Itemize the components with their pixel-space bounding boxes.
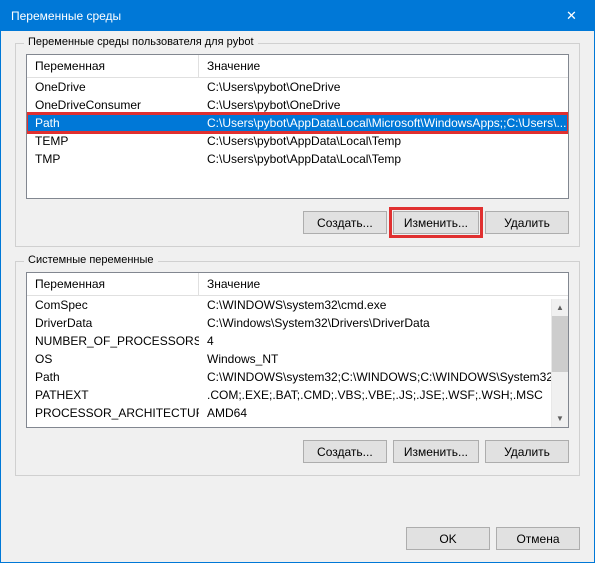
env-vars-dialog: Переменные среды ✕ Переменные среды поль… <box>0 0 595 563</box>
dialog-buttons: OK Отмена <box>1 521 594 562</box>
system-new-button[interactable]: Создать... <box>303 440 387 463</box>
table-row[interactable]: OneDriveConsumerC:\Users\pybot\OneDrive <box>27 96 568 114</box>
cell-name: DriverData <box>27 316 199 330</box>
scrollbar-down-icon[interactable]: ▼ <box>552 410 568 427</box>
cell-value: Windows_NT <box>199 352 568 366</box>
cell-value: .COM;.EXE;.BAT;.CMD;.VBS;.VBE;.JS;.JSE;.… <box>199 388 568 402</box>
system-variables-group: Системные переменные Переменная Значение… <box>15 261 580 476</box>
table-row[interactable]: DriverDataC:\Windows\System32\Drivers\Dr… <box>27 314 568 332</box>
system-edit-button[interactable]: Изменить... <box>393 440 479 463</box>
user-list-body: OneDriveC:\Users\pybot\OneDriveOneDriveC… <box>27 78 568 168</box>
cell-name: Path <box>27 116 199 130</box>
cell-name: NUMBER_OF_PROCESSORS <box>27 334 199 348</box>
cell-value: C:\Users\pybot\OneDrive <box>199 80 568 94</box>
table-row[interactable]: OneDriveC:\Users\pybot\OneDrive <box>27 78 568 96</box>
user-variables-list[interactable]: Переменная Значение OneDriveC:\Users\pyb… <box>26 54 569 199</box>
system-variables-list[interactable]: Переменная Значение ComSpecC:\WINDOWS\sy… <box>26 272 569 428</box>
user-col-name[interactable]: Переменная <box>27 55 199 77</box>
cell-value: C:\Users\pybot\OneDrive <box>199 98 568 112</box>
cell-name: OneDriveConsumer <box>27 98 199 112</box>
table-row[interactable]: PATHEXT.COM;.EXE;.BAT;.CMD;.VBS;.VBE;.JS… <box>27 386 568 404</box>
cell-name: OS <box>27 352 199 366</box>
cell-value: C:\Users\pybot\AppData\Local\Microsoft\W… <box>199 116 568 130</box>
cell-name: TMP <box>27 152 199 166</box>
cell-name: PATHEXT <box>27 388 199 402</box>
user-delete-button[interactable]: Удалить <box>485 211 569 234</box>
scrollbar-track[interactable] <box>552 316 568 410</box>
cell-value: C:\Windows\System32\Drivers\DriverData <box>199 316 568 330</box>
cell-value: AMD64 <box>199 406 568 420</box>
cell-value: C:\WINDOWS\system32\cmd.exe <box>199 298 568 312</box>
system-list-header[interactable]: Переменная Значение <box>27 273 568 296</box>
cell-name: OneDrive <box>27 80 199 94</box>
scrollbar-thumb[interactable] <box>552 316 568 372</box>
system-col-name[interactable]: Переменная <box>27 273 199 295</box>
cell-name: PROCESSOR_ARCHITECTURE <box>27 406 199 420</box>
ok-button[interactable]: OK <box>406 527 490 550</box>
table-row[interactable]: TMPC:\Users\pybot\AppData\Local\Temp <box>27 150 568 168</box>
close-icon: ✕ <box>566 8 577 24</box>
cancel-button[interactable]: Отмена <box>496 527 580 550</box>
close-button[interactable]: ✕ <box>549 1 594 31</box>
cell-value: C:\Users\pybot\AppData\Local\Temp <box>199 152 568 166</box>
cell-name: TEMP <box>27 134 199 148</box>
user-list-header[interactable]: Переменная Значение <box>27 55 568 78</box>
table-row[interactable]: TEMPC:\Users\pybot\AppData\Local\Temp <box>27 132 568 150</box>
scrollbar-up-icon[interactable]: ▲ <box>552 299 568 316</box>
table-row[interactable]: PROCESSOR_ARCHITECTUREAMD64 <box>27 404 568 422</box>
content-area: Переменные среды пользователя для pybot … <box>1 31 594 521</box>
table-row[interactable]: PathC:\Users\pybot\AppData\Local\Microso… <box>27 114 568 132</box>
user-variables-group: Переменные среды пользователя для pybot … <box>15 43 580 247</box>
system-scrollbar[interactable]: ▲ ▼ <box>551 299 568 427</box>
cell-value: C:\WINDOWS\system32;C:\WINDOWS;C:\WINDOW… <box>199 370 568 384</box>
table-row[interactable]: OSWindows_NT <box>27 350 568 368</box>
user-group-label: Переменные среды пользователя для pybot <box>24 36 258 48</box>
user-new-button[interactable]: Создать... <box>303 211 387 234</box>
system-col-value[interactable]: Значение <box>199 273 568 295</box>
cell-value: C:\Users\pybot\AppData\Local\Temp <box>199 134 568 148</box>
user-buttons: Создать... Изменить... Удалить <box>26 211 569 234</box>
table-row[interactable]: PathC:\WINDOWS\system32;C:\WINDOWS;C:\WI… <box>27 368 568 386</box>
cell-name: Path <box>27 370 199 384</box>
user-col-value[interactable]: Значение <box>199 55 568 77</box>
system-delete-button[interactable]: Удалить <box>485 440 569 463</box>
cell-name: ComSpec <box>27 298 199 312</box>
system-buttons: Создать... Изменить... Удалить <box>26 440 569 463</box>
table-row[interactable]: NUMBER_OF_PROCESSORS4 <box>27 332 568 350</box>
user-edit-button[interactable]: Изменить... <box>393 211 479 234</box>
system-list-body: ComSpecC:\WINDOWS\system32\cmd.exeDriver… <box>27 296 568 422</box>
titlebar[interactable]: Переменные среды ✕ <box>1 1 594 31</box>
table-row[interactable]: ComSpecC:\WINDOWS\system32\cmd.exe <box>27 296 568 314</box>
cell-value: 4 <box>199 334 568 348</box>
window-title: Переменные среды <box>11 9 549 23</box>
system-group-label: Системные переменные <box>24 254 158 266</box>
